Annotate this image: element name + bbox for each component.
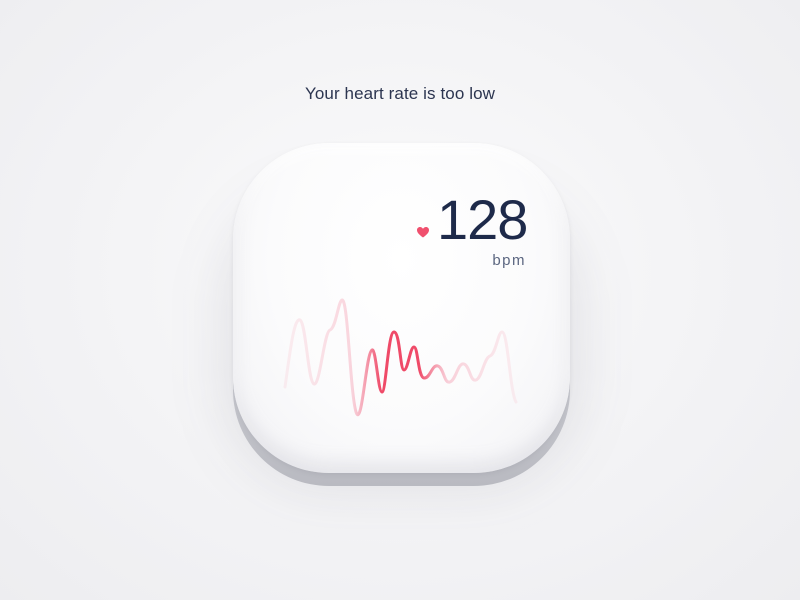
alert-message: Your heart rate is too low [304, 84, 496, 103]
heart-rate-unit: bpm [492, 252, 526, 269]
heart-rate-value: 128 [437, 188, 528, 251]
waveform-line [283, 298, 518, 417]
heart-rate-waveform [283, 298, 518, 417]
heart-icon [417, 227, 429, 238]
